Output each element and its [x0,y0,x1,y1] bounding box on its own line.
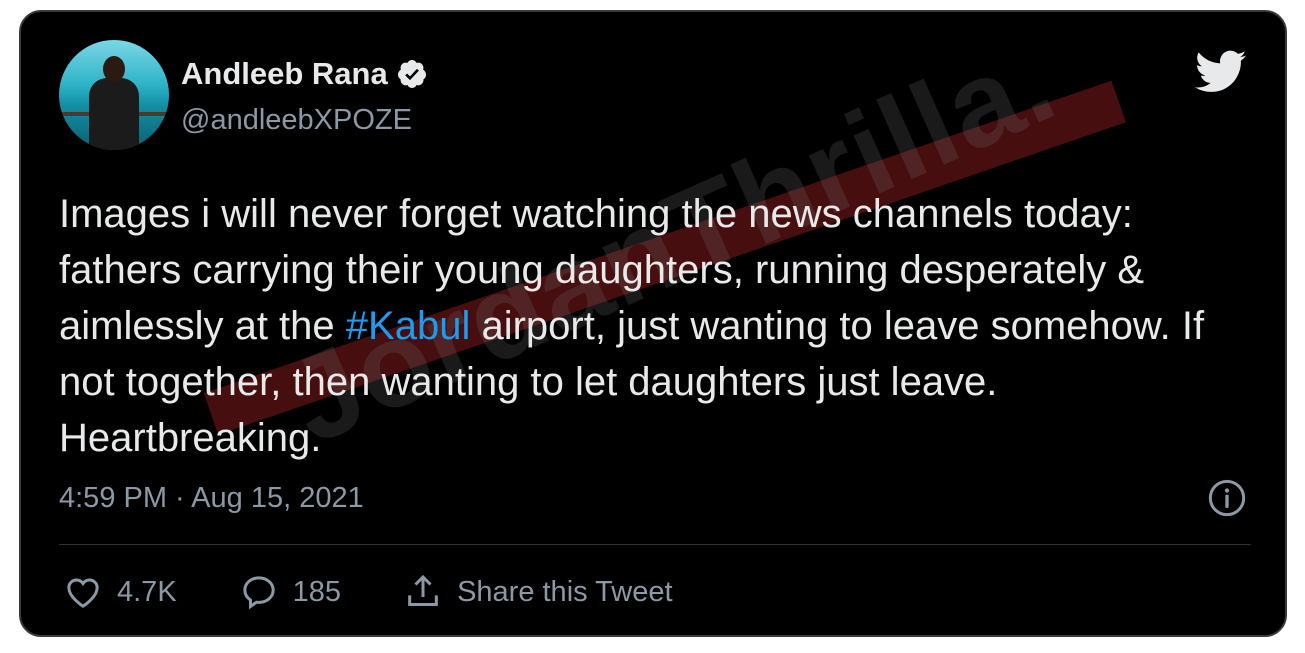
author-name-row: Andleeb Rana [181,56,428,92]
reply-button[interactable]: 185 [239,572,341,612]
like-count: 4.7K [117,575,177,608]
share-button[interactable]: Share this Tweet [403,572,673,612]
author-handle[interactable]: @andleebXPOZE [181,104,412,137]
divider [59,544,1251,545]
heart-icon [67,578,99,608]
tweet-timestamp[interactable]: 4:59 PM · Aug 15, 2021 [59,482,364,515]
reply-icon [243,576,275,610]
reply-count: 185 [292,575,342,608]
avatar[interactable] [59,40,169,150]
tweet-text: Images i will never forget watching the … [59,186,1264,466]
hashtag-link[interactable]: #Kabul [346,304,471,348]
tweet-card: JordanThrilla. Andleeb Rana @andleebXPOZ… [19,10,1287,637]
share-icon [408,574,438,606]
action-bar: 4.7K 185 Share this Tweet [63,572,735,612]
author-name[interactable]: Andleeb Rana [181,56,388,92]
share-label: Share this Tweet [457,575,673,608]
twitter-bird-icon[interactable] [1195,50,1247,94]
like-button[interactable]: 4.7K [63,572,177,612]
info-icon[interactable] [1207,478,1247,518]
verified-badge-icon [397,60,426,88]
